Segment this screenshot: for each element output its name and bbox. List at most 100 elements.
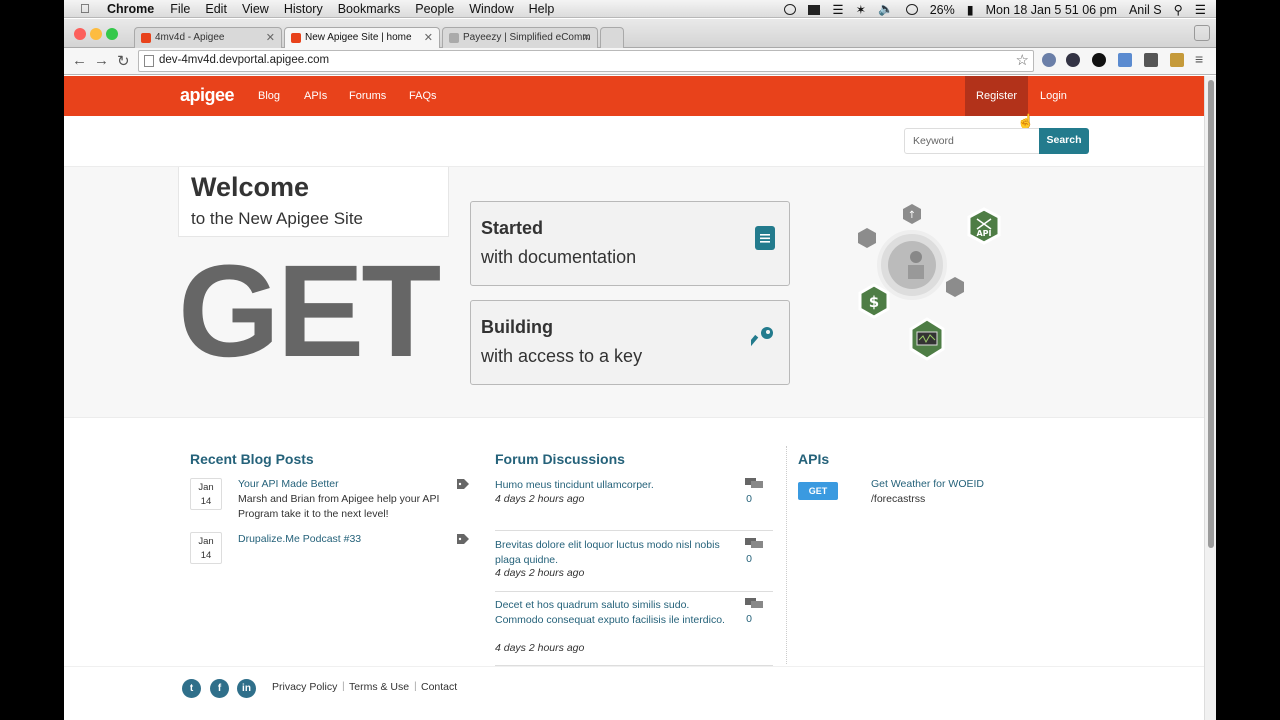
apigee-favicon-icon xyxy=(291,33,301,43)
blog-post-title[interactable]: Your API Made Better xyxy=(238,478,339,490)
reload-icon[interactable]: ↻ xyxy=(117,52,130,70)
menu-window[interactable]: Window xyxy=(469,2,513,16)
scrollbar-thumb[interactable] xyxy=(1208,80,1214,548)
footer-separator: | xyxy=(414,680,417,692)
macos-menu-bar:  Chrome File Edit View History Bookmark… xyxy=(64,0,1216,18)
api-hexagon-graphic: ↑ API $ xyxy=(834,189,1014,384)
card-title: Started xyxy=(481,218,544,238)
browser-toolbar: ← → ↻ dev-4mv4d.devportal.apigee.com ☆ ≡ xyxy=(64,48,1216,75)
extension-icon-1[interactable] xyxy=(1042,53,1056,67)
nav-faqs[interactable]: FAQs xyxy=(409,90,437,102)
extension-icon-2[interactable] xyxy=(1066,53,1080,67)
forum-meta: 4 days 2 hours ago xyxy=(495,642,585,654)
menu-people[interactable]: People xyxy=(415,2,454,16)
register-button[interactable]: Register xyxy=(965,76,1028,116)
status-icon[interactable] xyxy=(808,4,821,15)
http-method-badge: GET xyxy=(798,482,838,500)
login-link[interactable]: Login xyxy=(1040,90,1067,102)
extension-icon-3[interactable] xyxy=(1092,53,1106,67)
apis-section-title: APIs xyxy=(798,451,830,467)
apigee-logo[interactable]: apigee xyxy=(180,85,235,106)
apple-icon[interactable]:  xyxy=(80,1,90,16)
forum-item[interactable]: Humo meus tincidunt ullamcorper. 4 days … xyxy=(495,478,773,531)
profile-icon[interactable] xyxy=(1194,25,1210,41)
nav-forums[interactable]: Forums xyxy=(349,90,386,102)
card-subtitle: with documentation xyxy=(481,247,637,267)
date-badge: Jan 14 xyxy=(190,478,222,510)
svg-text:$: $ xyxy=(869,293,879,311)
battery-icon[interactable]: ▮ xyxy=(967,2,974,17)
welcome-box: Welcome to the New Apigee Site xyxy=(178,167,449,237)
tab-3[interactable]: Payeezy | Simplified eComm ✕ xyxy=(442,27,598,48)
date-month: Jan xyxy=(198,536,214,547)
facebook-icon[interactable]: f xyxy=(210,679,229,698)
building-card[interactable]: Building with access to a key xyxy=(470,300,790,385)
nav-blog[interactable]: Blog xyxy=(258,90,280,102)
battery-percent[interactable]: 26% xyxy=(930,3,955,17)
close-tab-icon[interactable]: ✕ xyxy=(424,31,433,44)
notification-center-icon[interactable]: ☰ xyxy=(1195,2,1206,17)
nav-apis[interactable]: APIs xyxy=(304,90,327,102)
search-input[interactable]: Keyword xyxy=(904,128,1040,154)
chrome-menu-icon[interactable]: ≡ xyxy=(1195,51,1203,67)
zoom-window-button[interactable] xyxy=(106,28,118,40)
forum-topic[interactable]: Brevitas dolore elit loquor luctus modo … xyxy=(495,538,731,567)
tag-icon xyxy=(457,479,469,489)
bluetooth-icon[interactable]: ✶ xyxy=(856,2,866,17)
forum-item[interactable]: Decet et hos quadrum saluto similis sudo… xyxy=(495,598,773,666)
extension-icon-5[interactable] xyxy=(1144,53,1158,67)
minimize-window-button[interactable] xyxy=(90,28,102,40)
address-bar[interactable]: dev-4mv4d.devportal.apigee.com ☆ xyxy=(138,50,1034,72)
menu-app-name[interactable]: Chrome xyxy=(107,2,154,16)
back-icon[interactable]: ← xyxy=(72,52,87,69)
tab-label: Payeezy | Simplified eComm xyxy=(463,32,591,43)
menu-view[interactable]: View xyxy=(242,2,269,16)
extension-icon-4[interactable] xyxy=(1118,53,1132,67)
comments-icon xyxy=(745,478,763,488)
linkedin-icon[interactable]: in xyxy=(237,679,256,698)
menu-history[interactable]: History xyxy=(284,2,323,16)
card-title: Building xyxy=(481,317,553,337)
comments-icon xyxy=(745,538,763,548)
forum-topic[interactable]: Decet et hos quadrum saluto similis sudo… xyxy=(495,598,731,627)
wifi-icon[interactable]: ☰ xyxy=(832,2,843,17)
menu-file[interactable]: File xyxy=(170,2,190,16)
forum-topic[interactable]: Humo meus tincidunt ullamcorper. xyxy=(495,478,731,493)
column-divider xyxy=(786,446,787,664)
record-icon[interactable] xyxy=(784,4,797,15)
blog-post-title[interactable]: Drupalize.Me Podcast #33 xyxy=(238,533,361,545)
menu-help[interactable]: Help xyxy=(529,2,555,16)
forum-item[interactable]: Brevitas dolore elit loquor luctus modo … xyxy=(495,538,773,592)
extension-icon-6[interactable] xyxy=(1170,53,1184,67)
screen:  Chrome File Edit View History Bookmark… xyxy=(64,0,1216,720)
close-tab-icon[interactable]: ✕ xyxy=(266,31,275,44)
tab-1[interactable]: 4mv4d - Apigee ✕ xyxy=(134,27,282,48)
twitter-icon[interactable]: t xyxy=(182,679,201,698)
close-window-button[interactable] xyxy=(74,28,86,40)
menu-bookmarks[interactable]: Bookmarks xyxy=(338,2,401,16)
address-text: dev-4mv4d.devportal.apigee.com xyxy=(159,54,330,66)
menu-clock[interactable]: Mon 18 Jan 5 51 06 pm xyxy=(986,3,1117,17)
key-icon xyxy=(746,325,775,356)
api-name-link[interactable]: Get Weather for WOEID xyxy=(871,478,984,490)
close-tab-icon[interactable]: ✕ xyxy=(582,31,591,44)
new-tab-button[interactable] xyxy=(600,27,624,48)
page-viewport: apigee Blog APIs Forums FAQs Register Lo… xyxy=(64,76,1204,720)
site-footer: t f in Privacy Policy | Terms & Use | Co… xyxy=(64,666,1204,720)
search-button[interactable]: Search xyxy=(1039,128,1089,154)
tab-label: New Apigee Site | home xyxy=(305,32,412,43)
started-card[interactable]: Started with documentation xyxy=(470,201,790,286)
spotlight-icon[interactable]: ⚲ xyxy=(1174,2,1183,17)
menu-edit[interactable]: Edit xyxy=(205,2,227,16)
volume-icon[interactable]: 🔈 xyxy=(878,2,894,17)
terms-link[interactable]: Terms & Use xyxy=(349,681,409,693)
date-day: 14 xyxy=(200,496,212,507)
menu-user[interactable]: Anil S xyxy=(1129,3,1162,17)
time-machine-icon[interactable] xyxy=(905,4,918,15)
bookmark-star-icon[interactable]: ☆ xyxy=(1016,51,1029,69)
tab-2-active[interactable]: New Apigee Site | home ✕ xyxy=(284,27,440,49)
privacy-policy-link[interactable]: Privacy Policy xyxy=(272,681,337,693)
forward-icon[interactable]: → xyxy=(94,52,109,69)
vertical-scrollbar[interactable] xyxy=(1204,76,1216,720)
contact-link[interactable]: Contact xyxy=(421,681,457,693)
